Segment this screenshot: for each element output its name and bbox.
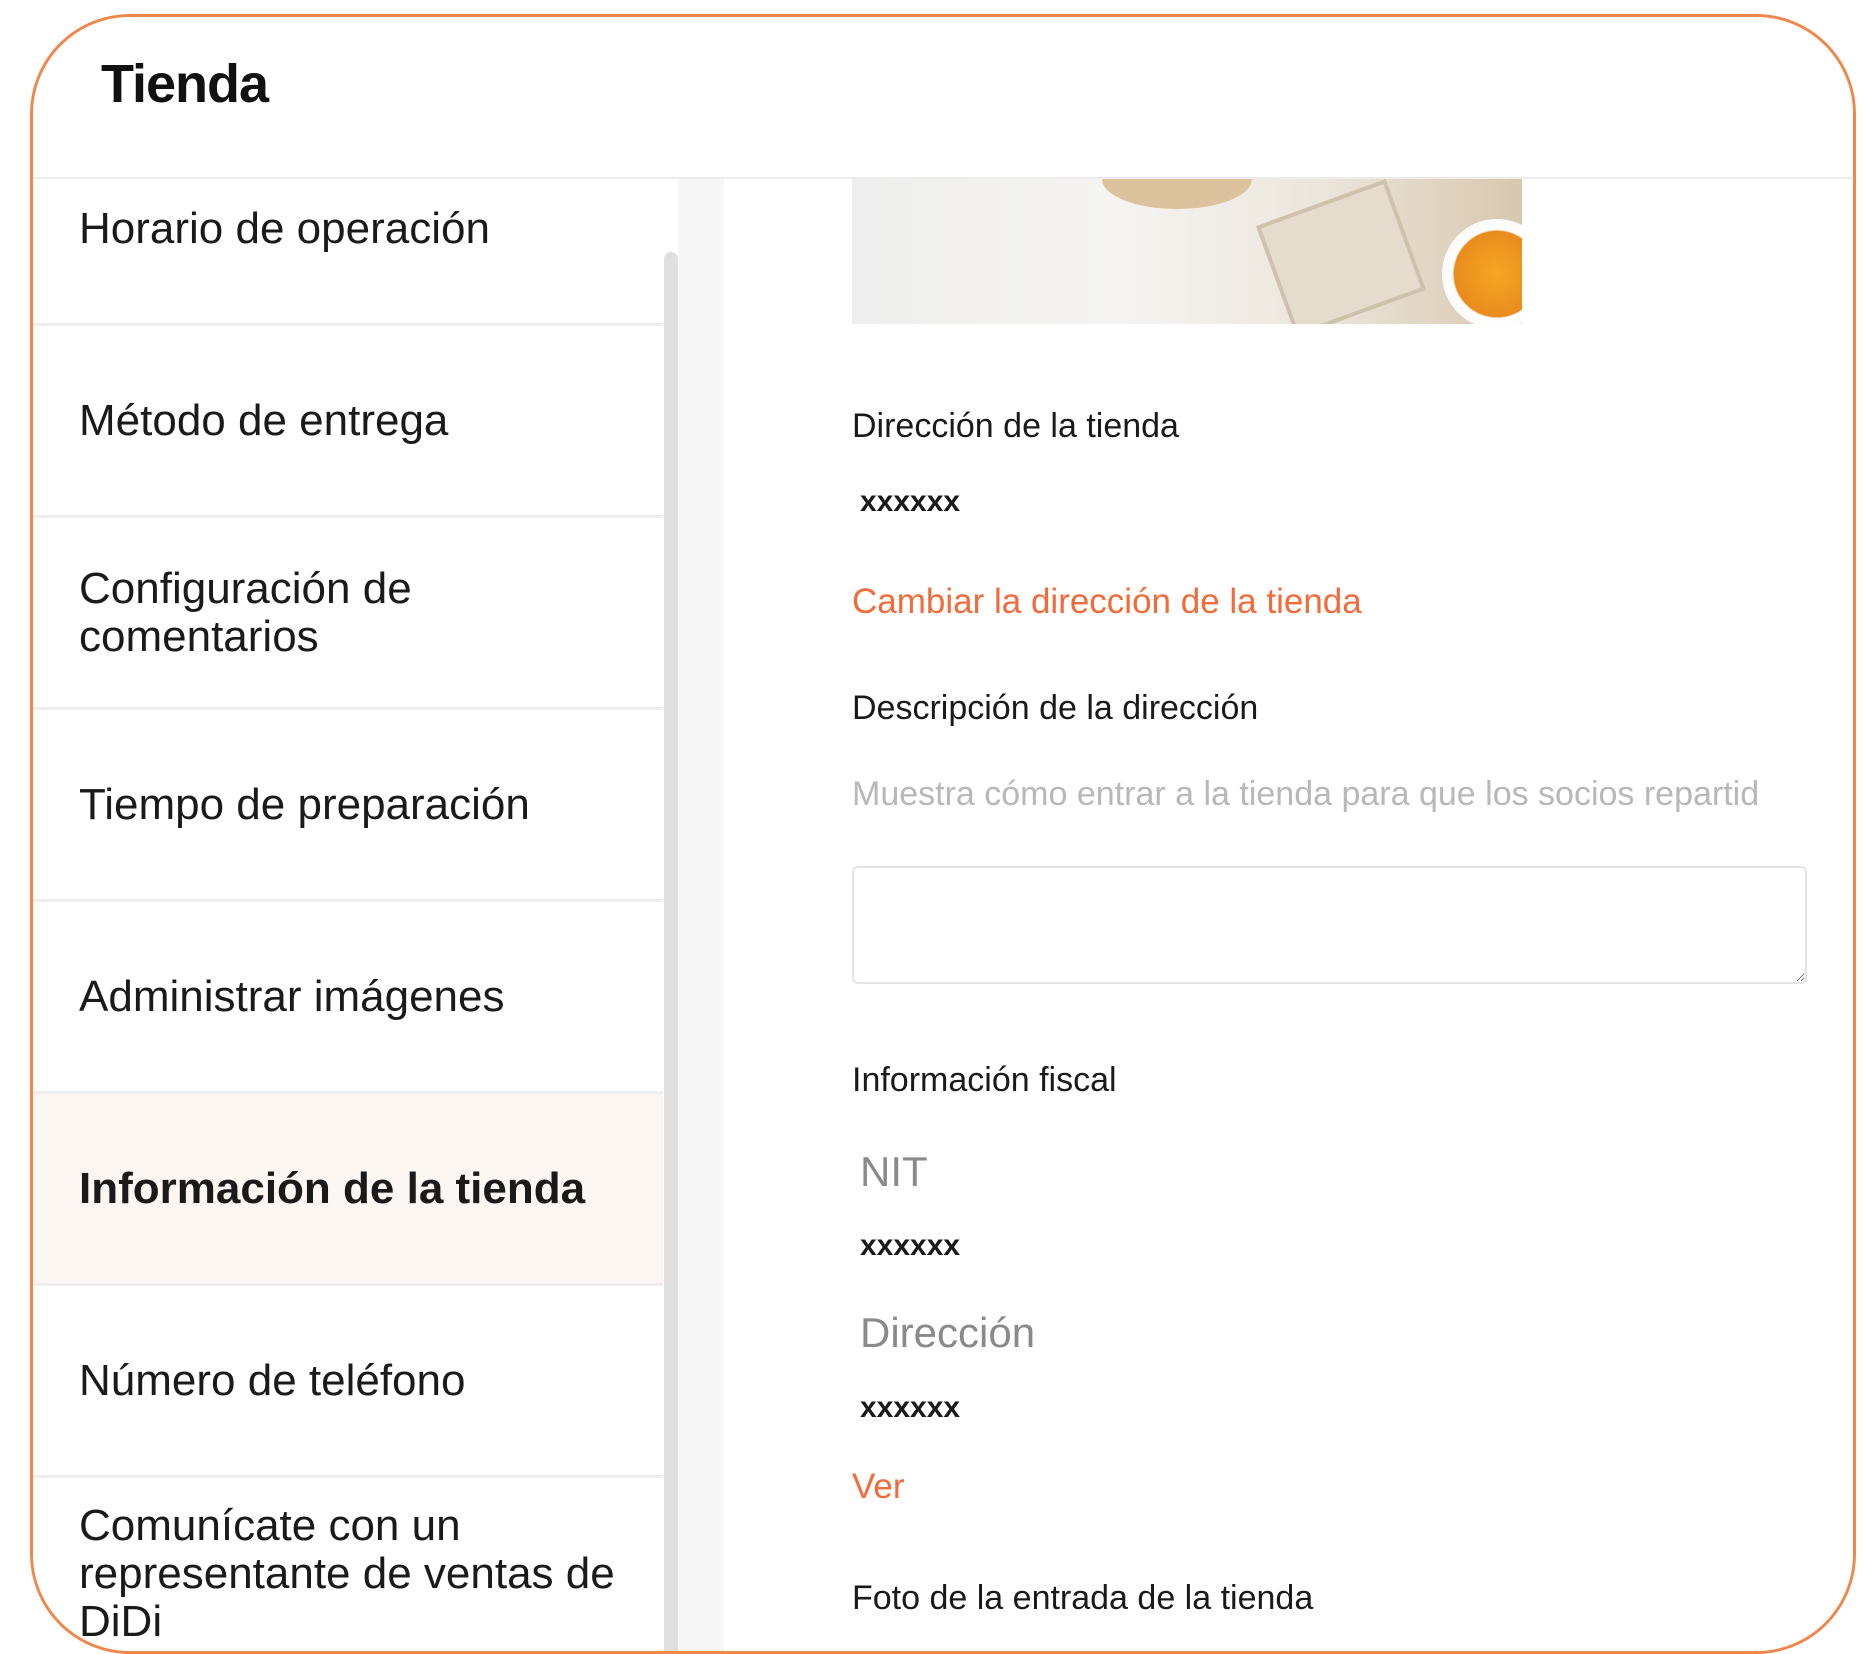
sidebar-item-metodo-entrega[interactable]: Método de entrega xyxy=(33,326,663,518)
window-frame: Tienda Horario de operación Método de en… xyxy=(30,14,1856,1654)
fiscal-address-label: Dirección xyxy=(860,1309,1036,1356)
sidebar-item-label: Configuración de comentarios xyxy=(79,563,412,661)
nit-value: xxxxxx xyxy=(860,1229,961,1262)
sidebar-item-imagenes[interactable]: Administrar imágenes xyxy=(33,902,663,1094)
sidebar-item-telefono[interactable]: Número de teléfono xyxy=(33,1286,663,1478)
address-label: Dirección de la tienda xyxy=(852,407,1179,445)
nit-label: NIT xyxy=(860,1148,928,1195)
photo-bread xyxy=(1102,179,1252,209)
address-description-hint: Muestra cómo entrar a la tienda para que… xyxy=(852,775,1760,813)
sidebar-item-label: Método de entrega xyxy=(79,395,449,445)
store-info-panel: Dirección de la tienda xxxxxx Cambiar la… xyxy=(724,179,1853,1651)
photo-bowl xyxy=(1442,219,1522,324)
sidebar-item-label: Administrar imágenes xyxy=(79,971,505,1021)
address-description-label: Descripción de la dirección xyxy=(852,689,1259,727)
sidebar-scrollbar[interactable] xyxy=(664,252,678,1651)
sidebar-item-label: Horario de operación xyxy=(79,203,490,253)
page-header: Tienda xyxy=(33,17,1853,179)
entrance-photo-label: Foto de la entrada de la tienda xyxy=(852,1579,1314,1617)
sidebar-item-label: Número de teléfono xyxy=(79,1355,466,1405)
fiscal-address-value: xxxxxx xyxy=(860,1391,961,1424)
content-gutter xyxy=(678,179,724,1651)
sidebar-item-tiempo-preparacion[interactable]: Tiempo de preparación xyxy=(33,710,663,902)
sidebar: Horario de operación Método de entrega C… xyxy=(33,179,663,1651)
sidebar-item-comentarios[interactable]: Configuración de comentarios xyxy=(33,518,663,710)
sidebar-item-horario[interactable]: Horario de operación xyxy=(33,179,663,326)
sidebar-item-label: Información de la tienda xyxy=(79,1163,586,1213)
fiscal-info-label: Información fiscal xyxy=(852,1061,1117,1099)
address-description-input[interactable] xyxy=(852,866,1807,984)
sidebar-item-informacion-tienda[interactable]: Información de la tienda xyxy=(33,1094,663,1286)
photo-cloth xyxy=(1255,179,1427,324)
store-photo xyxy=(852,179,1522,324)
page-title: Tienda xyxy=(101,54,269,114)
sidebar-item-representante[interactable]: Comunícate con un representante de venta… xyxy=(33,1478,663,1651)
change-address-link[interactable]: Cambiar la dirección de la tienda xyxy=(852,582,1362,622)
view-fiscal-link[interactable]: Ver xyxy=(852,1467,905,1507)
sidebar-item-label: Comunícate con un representante de venta… xyxy=(79,1501,615,1646)
sidebar-item-label: Tiempo de preparación xyxy=(79,779,530,829)
address-value: xxxxxx xyxy=(860,485,961,518)
